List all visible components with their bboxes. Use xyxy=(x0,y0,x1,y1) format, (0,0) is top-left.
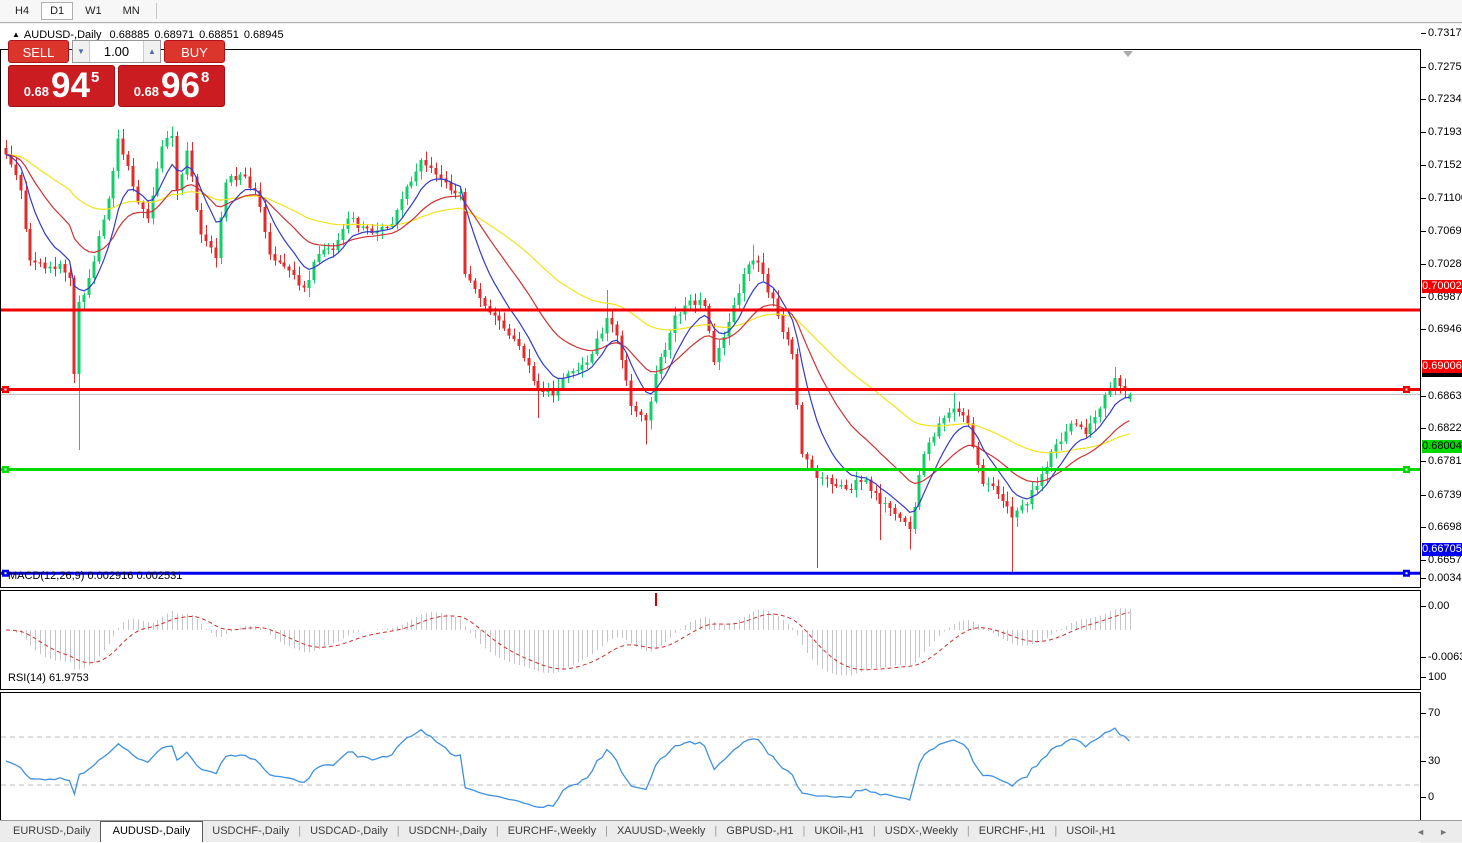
timeframe-button-h4[interactable]: H4 xyxy=(6,2,38,20)
price-tick: 0.73170 xyxy=(1428,27,1462,40)
rsi-name: RSI(14) xyxy=(8,672,46,684)
rsi-indicator-pane[interactable] xyxy=(0,692,1421,823)
rsi-value: 61.9753 xyxy=(49,672,89,684)
price-chart-pane[interactable] xyxy=(0,49,1421,588)
price-tick: 0.71930 xyxy=(1428,126,1462,139)
rsi-line xyxy=(6,728,1130,807)
price-level-label-0.70002: 0.70002 xyxy=(1422,280,1462,293)
chart-window: 12 Dec 201831 Dec 201818 Jan 20196 Feb 2… xyxy=(0,24,1462,820)
macd-name: MACD(12,26,9) xyxy=(8,570,84,582)
sell-price-prefix: 0.68 xyxy=(24,84,49,99)
chart-shift-marker-icon xyxy=(1123,51,1133,57)
buy-price-prefix: 0.68 xyxy=(134,84,159,99)
chart-tab-usdcad-daily[interactable]: USDCAD-,Daily xyxy=(301,821,397,842)
price-tick: 0.66980 xyxy=(1428,521,1462,534)
price-tick: 0.70280 xyxy=(1428,258,1462,271)
price-tick: 0.68220 xyxy=(1428,422,1462,435)
timeframe-button-w1[interactable]: W1 xyxy=(76,2,111,20)
timeframe-button-d1[interactable]: D1 xyxy=(41,2,73,20)
price-tick: 0.69460 xyxy=(1428,323,1462,336)
ma-fast-line xyxy=(6,154,1130,512)
price-tick: 0.67390 xyxy=(1428,489,1462,502)
price-tick: 0.72750 xyxy=(1428,61,1462,74)
toolbar-separator xyxy=(156,3,157,19)
macd-value-main: 0.002916 xyxy=(87,570,133,582)
macd-indicator-pane[interactable] xyxy=(0,590,1421,690)
one-click-trade-panel: SELL ▼ 1.00 ▲ BUY 0.68 94 5 0.68 96 8 xyxy=(8,40,225,107)
candles xyxy=(5,127,1132,572)
volume-input[interactable]: 1.00 xyxy=(90,41,143,62)
chart-tab-ukoil-h1[interactable]: UKOil-,H1 xyxy=(805,821,873,842)
price-tick: 0.71520 xyxy=(1428,159,1462,172)
price-tick: 0.71100 xyxy=(1428,192,1462,205)
rsi-scale-tick: 100 xyxy=(1428,671,1446,684)
price-level-label-0.66705: 0.66705 xyxy=(1422,543,1462,556)
sell-price-sup: 5 xyxy=(91,69,99,106)
sell-button[interactable]: SELL xyxy=(8,40,69,63)
chart-tab-usoil-h1[interactable]: USOil-,H1 xyxy=(1057,821,1125,842)
buy-price-box[interactable]: 0.68 96 8 xyxy=(118,65,225,107)
macd-label: MACD(12,26,9) 0.002916 0.002531 xyxy=(8,570,182,582)
timeframe-button-mn[interactable]: MN xyxy=(114,2,149,20)
macd-chart xyxy=(1,591,1420,689)
volume-decrease-icon[interactable]: ▼ xyxy=(73,41,90,62)
chart-tab-usdx-weekly[interactable]: USDX-,Weekly xyxy=(876,821,967,842)
rsi-label: RSI(14) 61.9753 xyxy=(8,672,89,684)
price-tick: 0.67810 xyxy=(1428,455,1462,468)
price-level-label-0.69006: 0.69006 xyxy=(1422,360,1462,373)
macd-value-signal: 0.002531 xyxy=(136,570,182,582)
candlestick-chart xyxy=(1,50,1420,587)
chart-tab-bar: EURUSD-,DailyAUDUSD-,DailyUSDCHF-,Daily|… xyxy=(0,820,1462,842)
chart-tab-usdchf-daily[interactable]: USDCHF-,Daily xyxy=(203,821,298,842)
ohlc-close: 0.68945 xyxy=(244,29,284,41)
macd-scale-tick: 0.00 xyxy=(1428,600,1449,613)
macd-signal-line xyxy=(6,613,1130,670)
collapse-triangle-icon: ▲ xyxy=(12,30,20,39)
tab-scroll-left-icon[interactable]: ◄ xyxy=(1416,827,1425,837)
timeframe-toolbar: H4D1W1MN xyxy=(0,0,1462,23)
chart-tab-eurchf-weekly[interactable]: EURCHF-,Weekly xyxy=(499,821,605,842)
price-tick: 0.68630 xyxy=(1428,390,1462,403)
macd-scale-tick: -0.00637 xyxy=(1428,651,1462,664)
buy-button[interactable]: BUY xyxy=(164,40,225,63)
rsi-chart xyxy=(1,693,1420,822)
price-tick: 0.70690 xyxy=(1428,225,1462,238)
price-level-label-0.68004: 0.68004 xyxy=(1422,440,1462,453)
rsi-scale-tick: 0 xyxy=(1428,791,1434,804)
ma-mid-line xyxy=(6,154,1130,483)
rsi-scale-tick: 70 xyxy=(1428,707,1440,720)
chart-tab-usdcnh-daily[interactable]: USDCNH-,Daily xyxy=(400,821,496,842)
chart-tab-eurchf-h1[interactable]: EURCHF-,H1 xyxy=(970,821,1055,842)
sell-price-big: 94 xyxy=(51,66,90,106)
chart-tab-eurusd-daily[interactable]: EURUSD-,Daily xyxy=(4,821,100,842)
tab-scroll-controls: ◄ ► xyxy=(1416,821,1462,842)
macd-scale-tick: 0.00349 xyxy=(1428,572,1462,585)
mt4-terminal: { "toolbar": { "timeframes": [ {"label":… xyxy=(0,0,1462,842)
buy-price-big: 96 xyxy=(161,66,200,106)
buy-price-sup: 8 xyxy=(201,69,209,106)
rsi-scale-tick: 30 xyxy=(1428,755,1440,768)
chart-tab-audusd-daily[interactable]: AUDUSD-,Daily xyxy=(100,821,204,842)
tab-scroll-right-icon[interactable]: ► xyxy=(1439,827,1448,837)
chart-tab-gbpusd-h1[interactable]: GBPUSD-,H1 xyxy=(717,821,802,842)
volume-increase-icon[interactable]: ▲ xyxy=(143,41,160,62)
sell-price-box[interactable]: 0.68 94 5 xyxy=(8,65,115,107)
ma-slow-line xyxy=(6,154,1130,452)
chart-tab-xauusd-weekly[interactable]: XAUUSD-,Weekly xyxy=(608,821,714,842)
volume-spinner: ▼ 1.00 ▲ xyxy=(72,40,161,63)
price-tick: 0.72340 xyxy=(1428,93,1462,106)
